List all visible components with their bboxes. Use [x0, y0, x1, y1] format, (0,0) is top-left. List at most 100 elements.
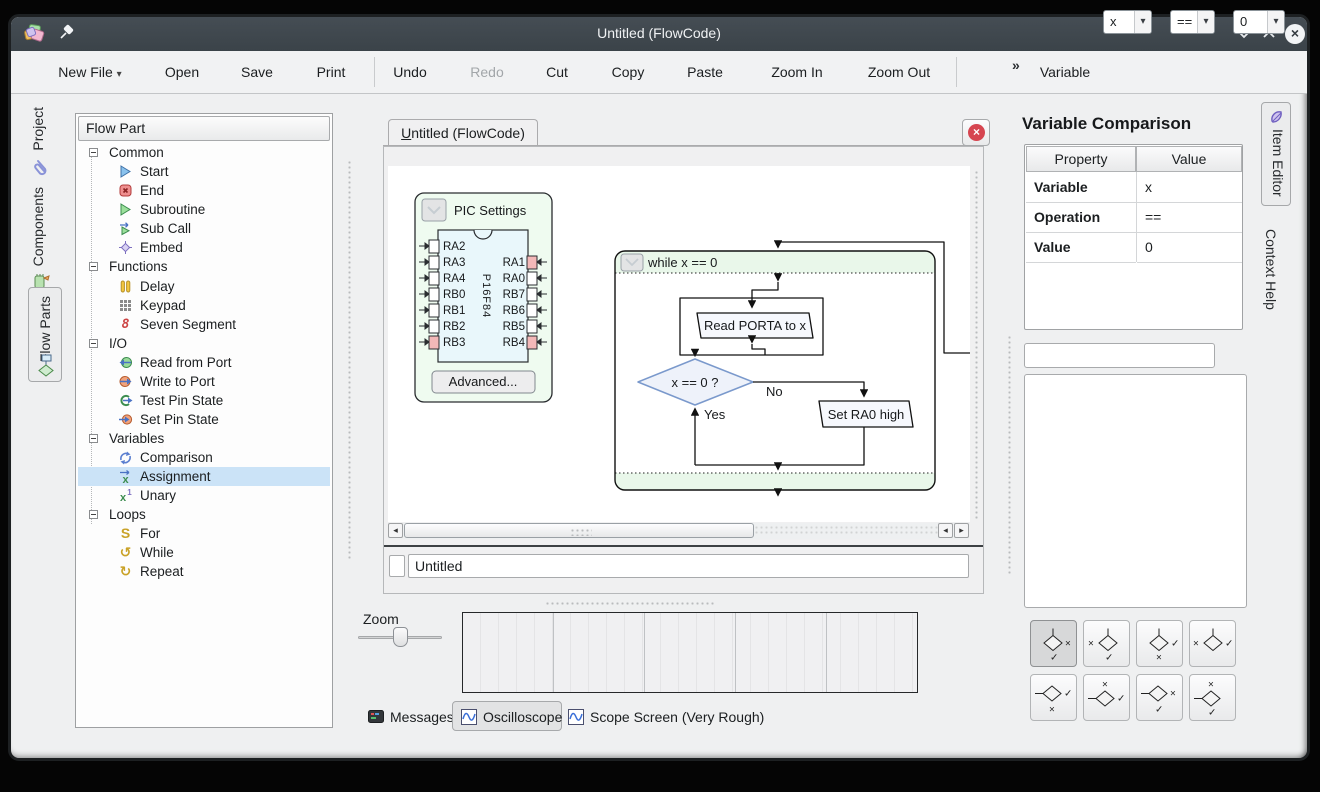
flow-name-input[interactable] [408, 554, 969, 578]
save-button[interactable]: Save [226, 51, 288, 93]
branch-layout-button-1[interactable]: ×✓ [1030, 620, 1077, 667]
splitter-handle[interactable] [347, 160, 352, 560]
splitter-handle[interactable] [1007, 335, 1012, 575]
sidebar-tab-flow-parts[interactable]: Flow Parts [28, 287, 62, 382]
tab-scope-screen[interactable]: Scope Screen (Very Rough) [568, 703, 768, 731]
property-cell[interactable]: Operation [1026, 202, 1136, 233]
collapse-icon[interactable] [89, 262, 98, 271]
while-icon: ↺ [118, 545, 133, 560]
column-header-property[interactable]: Property [1026, 146, 1136, 172]
branch-layout-button-4[interactable]: ×✓ [1189, 620, 1236, 667]
branch-layout-button-3[interactable]: ✓× [1136, 620, 1183, 667]
tree-item-while[interactable]: ↺ While [78, 543, 330, 562]
toolbar-overflow-icon[interactable]: » [1012, 57, 1020, 73]
horizontal-scrollbar[interactable]: ◂ ◂ ▸ [388, 523, 969, 539]
item-editor-listbox[interactable] [1024, 374, 1247, 608]
property-cell[interactable]: Value [1026, 232, 1136, 263]
tree-item-end[interactable]: End [78, 181, 330, 200]
tree-item-sub-call[interactable]: Sub Call [78, 219, 330, 238]
close-button[interactable]: × [1285, 24, 1305, 44]
branch-layout-button-6[interactable]: ×✓ [1083, 674, 1130, 721]
tree-item-set-pin-state[interactable]: Set Pin State [78, 410, 330, 429]
document-tab[interactable]: Untitled (FlowCode) [388, 119, 538, 146]
sidebar-tab-project[interactable]: Project [30, 100, 46, 158]
tree-group-loops[interactable]: Loops [78, 505, 330, 524]
branch-layout-button-8[interactable]: ×✓ [1189, 674, 1236, 721]
scroll-left-button[interactable]: ◂ [938, 523, 953, 538]
thumb-grip [570, 528, 592, 536]
tree-item-comparison[interactable]: Comparison [78, 448, 330, 467]
tree-item-assignment[interactable]: x Assignment [78, 467, 330, 486]
tree-item-delay[interactable]: Delay [78, 277, 330, 296]
open-button[interactable]: Open [150, 51, 214, 93]
tree-item-keypad[interactable]: Keypad [78, 296, 330, 315]
close-document-button[interactable]: × [962, 119, 990, 146]
tree-item-write-to-port[interactable]: Write to Port [78, 372, 330, 391]
redo-button[interactable]: Redo [456, 51, 518, 93]
tab-oscilloscope[interactable]: Oscilloscope [452, 701, 562, 731]
svg-text:✓: ✓ [1171, 639, 1179, 650]
chevron-down-icon[interactable]: ▾ [1134, 11, 1151, 33]
branch-layout-button-2[interactable]: ×✓ [1083, 620, 1130, 667]
tree-group-variables[interactable]: Variables [78, 429, 330, 448]
flow-parts-panel: Flow Part Common Start End Subroutine Su… [75, 113, 333, 728]
zoom-in-button[interactable]: Zoom In [758, 51, 836, 93]
scroll-right-button[interactable]: ▸ [954, 523, 969, 538]
copy-button[interactable]: Copy [596, 51, 660, 93]
tree-item-for[interactable]: S For [78, 524, 330, 543]
collapse-icon[interactable] [89, 148, 98, 157]
property-cell[interactable]: Variable [1026, 172, 1136, 203]
sidebar-tab-components[interactable]: Components [30, 182, 46, 272]
splitter-handle[interactable] [974, 170, 979, 520]
collapse-icon[interactable] [89, 510, 98, 519]
value-cell[interactable]: x [1137, 172, 1242, 203]
flowchart-canvas[interactable]: PIC Settings P16F84 RA2 RA3 [388, 166, 970, 522]
tab-messages[interactable]: Messages [368, 703, 458, 731]
collapse-icon[interactable] [89, 339, 98, 348]
value-combobox[interactable]: 0 ▾ [1233, 10, 1285, 34]
variable-combobox[interactable]: x ▾ [1103, 10, 1152, 34]
svg-text:RB4: RB4 [503, 337, 526, 349]
svg-text:×: × [1065, 639, 1071, 650]
tree-item-test-pin-state[interactable]: Test Pin State [78, 391, 330, 410]
undo-button[interactable]: Undo [379, 51, 441, 93]
splitter-handle[interactable] [545, 601, 715, 606]
print-button[interactable]: Print [300, 51, 362, 93]
chevron-down-icon[interactable]: ▾ [1267, 11, 1284, 33]
branch-layout-button-7[interactable]: ×✓ [1136, 674, 1183, 721]
scrollbar-thumb[interactable] [404, 523, 754, 538]
tree-item-unary[interactable]: x1 Unary [78, 486, 330, 505]
svg-text:RB7: RB7 [503, 289, 525, 301]
oscilloscope-plot[interactable] [462, 612, 918, 693]
column-header-value[interactable]: Value [1136, 146, 1242, 172]
zoom-slider-handle[interactable] [393, 627, 408, 647]
tree-item-subroutine[interactable]: Subroutine [78, 200, 330, 219]
value-cell[interactable]: 0 [1137, 232, 1242, 263]
branch-layout-button-5[interactable]: ✓× [1030, 674, 1077, 721]
close-icon: × [968, 124, 985, 141]
collapse-icon[interactable] [89, 434, 98, 443]
svg-text:RB3: RB3 [443, 337, 465, 349]
tree-header[interactable]: Flow Part [78, 116, 330, 141]
item-editor-search-input[interactable] [1024, 343, 1215, 368]
operation-combobox[interactable]: == ▾ [1170, 10, 1215, 34]
chevron-down-icon[interactable]: ▾ [1197, 11, 1214, 33]
flowchart-icon [36, 354, 56, 385]
tab-item-editor[interactable]: Item Editor [1261, 102, 1291, 206]
cut-button[interactable]: Cut [527, 51, 587, 93]
tree-item-start[interactable]: Start [78, 162, 330, 181]
value-cell[interactable]: == [1137, 202, 1242, 233]
flow-color-button[interactable] [389, 555, 405, 577]
tree-group-common[interactable]: Common [78, 143, 330, 162]
tree-item-seven-segment[interactable]: 8 Seven Segment [78, 315, 330, 334]
new-file-button[interactable]: New File ▾ [40, 51, 140, 93]
tree-item-read-from-port[interactable]: Read from Port [78, 353, 330, 372]
zoom-out-button[interactable]: Zoom Out [854, 51, 944, 93]
tree-item-repeat[interactable]: ↻ Repeat [78, 562, 330, 581]
tab-context-help[interactable]: Context Help [1263, 224, 1279, 314]
paste-button[interactable]: Paste [672, 51, 738, 93]
tree-item-embed[interactable]: Embed [78, 238, 330, 257]
tree-group-io[interactable]: I/O [78, 334, 330, 353]
scroll-left-button[interactable]: ◂ [388, 523, 403, 538]
tree-group-functions[interactable]: Functions [78, 257, 330, 276]
